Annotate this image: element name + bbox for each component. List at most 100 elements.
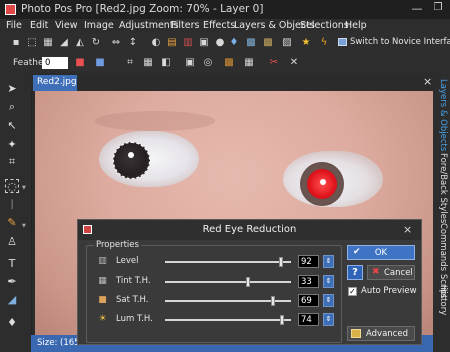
luminance-slider-thumb[interactable] bbox=[280, 315, 285, 325]
flip-icon[interactable]: ⇔ bbox=[110, 37, 122, 49]
maximize-button[interactable]: ❐ bbox=[428, 2, 448, 17]
move-tool-icon[interactable]: ➤ bbox=[5, 82, 19, 96]
tab-history[interactable]: History bbox=[436, 285, 448, 315]
close-document-icon[interactable]: × bbox=[423, 75, 432, 88]
tint-spin-button[interactable]: ⇕ bbox=[323, 275, 334, 288]
brush-icon[interactable]: ▩ bbox=[223, 57, 235, 69]
tint-slider-thumb[interactable] bbox=[246, 277, 251, 287]
brow-shadow bbox=[95, 111, 215, 131]
eyedropper-tool-icon[interactable]: ᛁ bbox=[5, 198, 19, 212]
grid-icon[interactable]: ▦ bbox=[142, 57, 154, 69]
tab-layers-objects[interactable]: Layers & Objects bbox=[436, 79, 448, 151]
cancel-button[interactable]: ✖ Cancel bbox=[367, 265, 415, 280]
feather-input[interactable]: 0 bbox=[42, 57, 68, 69]
select-layer-icon[interactable]: ▦ bbox=[243, 57, 255, 69]
image-icon[interactable]: ▩ bbox=[245, 37, 257, 49]
reset-icon[interactable]: ✕ bbox=[288, 57, 300, 69]
sharpen-icon[interactable]: ● bbox=[214, 37, 226, 49]
invert-icon[interactable]: ↕ bbox=[127, 37, 139, 49]
lasso-icon[interactable]: ◎ bbox=[202, 57, 214, 69]
docked-panels: Layers & Objects Fore/Back Styles Comman… bbox=[433, 73, 450, 352]
help-button[interactable]: ? bbox=[347, 265, 363, 280]
level-spin-button[interactable]: ⇕ bbox=[323, 255, 334, 268]
clone-icon[interactable]: ▨ bbox=[281, 37, 293, 49]
water-drop-icon[interactable]: ♦ bbox=[228, 37, 240, 49]
contrast-icon[interactable]: ◐ bbox=[150, 37, 162, 49]
pen-tool-icon[interactable]: ✒ bbox=[5, 275, 19, 289]
rotate-icon[interactable]: ↻ bbox=[90, 37, 102, 49]
ok-button[interactable]: ✔ OK bbox=[347, 245, 415, 260]
magic-select-icon[interactable]: ▣ bbox=[184, 57, 196, 69]
fill-tool-icon[interactable]: ♦ bbox=[5, 316, 19, 330]
level-icon: ▥ bbox=[98, 256, 107, 266]
switch-novice-button[interactable]: Switch to Novice Interface bbox=[338, 36, 450, 50]
saturation-slider-thumb[interactable] bbox=[271, 296, 276, 306]
tab-red2[interactable]: Red2.jpg bbox=[33, 75, 77, 91]
left-eye-glint bbox=[128, 152, 134, 158]
zoom-tool-icon[interactable]: ⌕ bbox=[5, 100, 19, 114]
pointer-tool-icon[interactable]: ↖ bbox=[5, 119, 19, 133]
luminance-icon: ☀ bbox=[98, 314, 107, 324]
window-title: Photo Pos Pro [Red2.jpg Zoom: 70% - Laye… bbox=[21, 3, 264, 15]
text-tool-icon[interactable]: T bbox=[5, 257, 19, 271]
stamp-tool-icon[interactable]: ♙ bbox=[5, 235, 19, 249]
minimize-button[interactable]: — bbox=[407, 2, 427, 17]
saturation-value-input[interactable]: 69 bbox=[298, 294, 319, 307]
tab-fore-back-styles[interactable]: Fore/Back Styles bbox=[436, 153, 448, 223]
transform-icon[interactable]: ◧ bbox=[160, 57, 172, 69]
color-balance-icon[interactable]: ▤ bbox=[166, 37, 178, 49]
channels-icon[interactable]: ▣ bbox=[198, 37, 210, 49]
select-all-icon[interactable]: ⬚ bbox=[26, 37, 38, 49]
level-value-input[interactable]: 92 bbox=[298, 255, 319, 268]
luminance-row: ☀ Lum T.H. 74 ⇕ bbox=[87, 313, 343, 327]
menu-file[interactable]: File bbox=[6, 20, 22, 31]
curves-icon[interactable]: ◭ bbox=[74, 37, 86, 49]
saturation-spin-button[interactable]: ⇕ bbox=[323, 294, 334, 307]
crop-icon[interactable]: ⌗ bbox=[124, 57, 136, 69]
saturation-slider[interactable] bbox=[165, 296, 291, 306]
main-toolbar: ▪ ⬚ ▦ ◢ ◭ ↻ ⇔ ↕ ◐ ▤ ▥ ▣ ● ♦ ▩ ▩ ▨ ★ ϟ Sw… bbox=[0, 33, 450, 54]
magic-wand-tool-icon[interactable]: ✦ bbox=[5, 138, 19, 152]
switch-novice-label: Switch to Novice Interface bbox=[350, 37, 450, 47]
tools-panel: ➤ ⌕ ↖ ✦ ⌗ ◌ ᛁ ✎ ♙ T ✒ ◢ ♦ ▼ ▼ bbox=[0, 73, 32, 352]
menu-image[interactable]: Image bbox=[84, 20, 114, 31]
level-slider-thumb[interactable] bbox=[278, 257, 283, 267]
tint-value-input[interactable]: 33 bbox=[298, 275, 319, 288]
properties-group: Properties ▥ Level 92 ⇕ ▦ Tint T.H. 33 ⇕… bbox=[86, 240, 343, 343]
menu-help[interactable]: Help bbox=[345, 20, 367, 31]
menu-effects[interactable]: Effects bbox=[203, 20, 235, 31]
levels-icon[interactable]: ◢ bbox=[58, 37, 70, 49]
hue-icon[interactable]: ▥ bbox=[182, 37, 194, 49]
tool-flyout-arrow-icon[interactable]: ▼ bbox=[22, 185, 27, 191]
favorite-star-icon[interactable]: ★ bbox=[300, 37, 312, 49]
menu-selections[interactable]: Selections bbox=[300, 20, 349, 31]
menu-view[interactable]: View bbox=[55, 20, 78, 31]
menu-adjustments[interactable]: Adjustments bbox=[119, 20, 179, 31]
dialog-title-bar[interactable]: Red Eye Reduction × bbox=[78, 220, 421, 240]
dialog-close-icon[interactable]: × bbox=[403, 223, 412, 236]
deselect-icon[interactable]: ▦ bbox=[42, 37, 54, 49]
new-file-icon[interactable]: ▪ bbox=[10, 37, 22, 49]
luminance-slider[interactable] bbox=[165, 315, 291, 325]
tab-label: Red2.jpg bbox=[37, 77, 77, 87]
menu-filters[interactable]: Filters bbox=[171, 20, 199, 31]
shape-tool-icon[interactable]: ◢ bbox=[5, 293, 19, 307]
advanced-button[interactable]: Advanced bbox=[347, 326, 415, 341]
lasso-tool-icon[interactable]: ◌ bbox=[5, 179, 19, 193]
brush-tool-icon[interactable]: ✎ bbox=[5, 216, 19, 230]
selection-mode-icon[interactable]: ■ bbox=[74, 57, 86, 69]
crop-tool-icon[interactable]: ⌗ bbox=[5, 155, 19, 169]
luminance-spin-button[interactable]: ⇕ bbox=[323, 313, 334, 326]
tint-slider[interactable] bbox=[165, 277, 291, 287]
tool-flyout-arrow-icon[interactable]: ▼ bbox=[22, 223, 27, 229]
cut-icon[interactable]: ✂ bbox=[268, 57, 280, 69]
photo-icon[interactable]: ▩ bbox=[262, 37, 274, 49]
properties-group-label: Properties bbox=[94, 240, 141, 250]
selection-add-icon[interactable]: ■ bbox=[94, 57, 106, 69]
lightning-icon[interactable]: ϟ bbox=[318, 37, 330, 49]
level-slider[interactable] bbox=[165, 257, 291, 267]
title-bar: Photo Pos Pro [Red2.jpg Zoom: 70% - Laye… bbox=[0, 0, 450, 19]
auto-preview-checkbox[interactable]: ✓ bbox=[348, 287, 357, 296]
menu-edit[interactable]: Edit bbox=[30, 20, 48, 31]
luminance-value-input[interactable]: 74 bbox=[298, 313, 319, 326]
